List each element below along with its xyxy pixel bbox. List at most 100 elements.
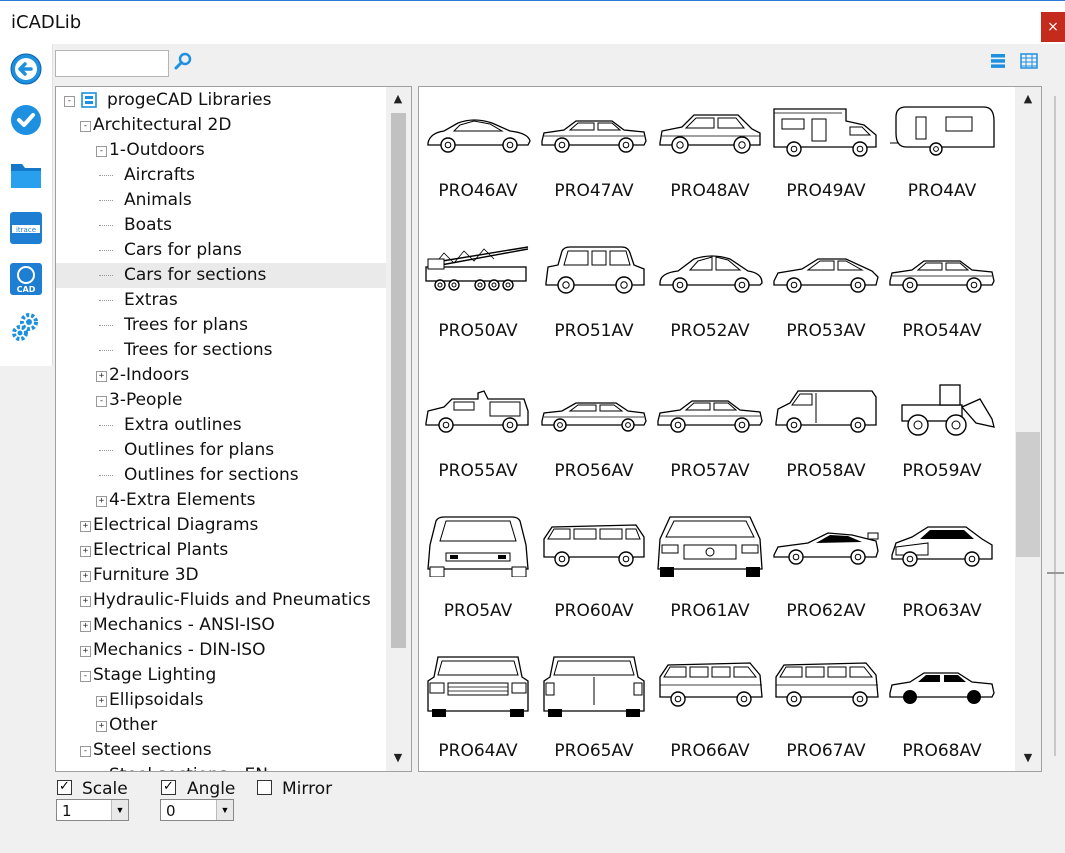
grid-scrollbar[interactable]: ▲ ▼ <box>1015 87 1041 771</box>
collapse-icon[interactable]: - <box>64 96 75 107</box>
tree-item[interactable]: + Hydraulic-Fluids and Pneumatics <box>56 588 386 613</box>
block-thumbnail[interactable]: PRO4AV <box>884 87 1000 227</box>
tree-item[interactable]: Trees for sections <box>56 338 386 363</box>
tree-item[interactable]: - Architectural 2D <box>56 113 386 138</box>
tree-item[interactable]: Aircrafts <box>56 163 386 188</box>
tree-item[interactable]: + Mechanics - ANSI-ISO <box>56 613 386 638</box>
block-thumbnail[interactable]: PRO59AV <box>884 367 1000 507</box>
tree-item-label: Outlines for sections <box>124 465 299 485</box>
tree-item[interactable]: +4-Extra Elements <box>56 488 386 513</box>
tree-item[interactable]: Trees for plans <box>56 313 386 338</box>
tree-item[interactable]: Extras <box>56 288 386 313</box>
block-thumbnail[interactable]: PRO66AV <box>652 647 768 771</box>
tree-scroll-up[interactable]: ▲ <box>388 90 408 108</box>
block-thumbnail[interactable]: PRO46AV <box>420 87 536 227</box>
open-folder-button[interactable] <box>9 158 43 192</box>
tree-item[interactable]: Animals <box>56 188 386 213</box>
close-button[interactable]: × <box>1041 12 1065 42</box>
list-view-button[interactable] <box>990 53 1006 69</box>
block-thumbnail[interactable]: PRO47AV <box>536 87 652 227</box>
tree-item[interactable]: +2-Indoors <box>56 363 386 388</box>
angle-select[interactable]: 0 ▼ <box>160 799 234 821</box>
expand-icon[interactable]: + <box>80 521 91 532</box>
tree-scroll-thumb[interactable] <box>391 113 406 648</box>
expand-icon[interactable]: + <box>80 596 91 607</box>
tree-line <box>99 425 113 426</box>
tree-item[interactable]: + Furniture 3D <box>56 563 386 588</box>
tree-item[interactable]: - Steel sections <box>56 738 386 763</box>
block-thumbnail[interactable]: PRO68AV <box>884 647 1000 771</box>
apply-button[interactable] <box>9 103 43 137</box>
tree-item[interactable]: - progeCAD Libraries <box>56 88 386 113</box>
collapse-icon[interactable]: - <box>96 146 107 157</box>
search-input[interactable] <box>55 50 169 77</box>
window-scrollbar[interactable] <box>1046 86 1065 772</box>
collapse-icon[interactable]: - <box>80 746 91 757</box>
tree-scroll-down[interactable]: ▼ <box>388 749 408 767</box>
tree-item[interactable]: + Ellipsoidals <box>56 688 386 713</box>
block-thumbnail[interactable]: PRO57AV <box>652 367 768 507</box>
tree-item[interactable]: + Electrical Diagrams <box>56 513 386 538</box>
scale-select[interactable]: 1 ▼ <box>56 799 129 821</box>
expand-icon[interactable]: + <box>80 646 91 657</box>
expand-icon[interactable]: + <box>96 721 107 732</box>
grid-view-button[interactable] <box>1020 53 1038 69</box>
mirror-checkbox[interactable] <box>257 780 272 795</box>
expand-icon[interactable]: + <box>96 771 107 772</box>
block-thumbnail[interactable]: PRO61AV <box>652 507 768 647</box>
expand-icon[interactable]: + <box>96 696 107 707</box>
tree-item[interactable]: -3-People <box>56 388 386 413</box>
back-button[interactable] <box>9 52 43 86</box>
splitter-handle[interactable] <box>1047 572 1064 574</box>
collapse-icon[interactable]: - <box>96 396 107 407</box>
search-button[interactable] <box>173 52 193 72</box>
tree-item[interactable]: Outlines for sections <box>56 463 386 488</box>
settings-button[interactable] <box>9 310 43 344</box>
tree-item[interactable]: -1-Outdoors <box>56 138 386 163</box>
block-thumbnail[interactable]: PRO5AV <box>420 507 536 647</box>
itrace-button[interactable]: itrace <box>9 211 43 245</box>
collapse-icon[interactable]: - <box>80 121 91 132</box>
cad-button[interactable]: CAD <box>9 262 43 296</box>
block-thumbnail[interactable]: PRO56AV <box>536 367 652 507</box>
block-thumbnail[interactable]: PRO60AV <box>536 507 652 647</box>
block-thumbnail[interactable]: PRO65AV <box>536 647 652 771</box>
block-thumbnail[interactable]: PRO48AV <box>652 87 768 227</box>
block-thumbnail[interactable]: PRO54AV <box>884 227 1000 367</box>
block-thumbnail[interactable]: PRO52AV <box>652 227 768 367</box>
block-thumbnail[interactable]: PRO67AV <box>768 647 884 771</box>
block-label: PRO58AV <box>786 461 866 481</box>
tree-item[interactable]: + Mechanics - DIN-ISO <box>56 638 386 663</box>
grid-scroll-up[interactable]: ▲ <box>1018 90 1038 108</box>
tree-item[interactable]: +Steel sections - EN <box>56 763 386 772</box>
grid-scroll-thumb[interactable] <box>1016 432 1040 557</box>
expand-icon[interactable]: + <box>80 571 91 582</box>
tree-item[interactable]: Outlines for plans <box>56 438 386 463</box>
block-thumbnail[interactable]: PRO63AV <box>884 507 1000 647</box>
block-thumbnail[interactable]: PRO55AV <box>420 367 536 507</box>
block-thumbnail[interactable]: PRO64AV <box>420 647 536 771</box>
tree-item[interactable]: - Stage Lighting <box>56 663 386 688</box>
block-thumbnail[interactable]: PRO49AV <box>768 87 884 227</box>
expand-icon[interactable]: + <box>80 546 91 557</box>
expand-icon[interactable]: + <box>96 371 107 382</box>
tree-scrollbar[interactable]: ▲ ▼ <box>386 87 411 771</box>
block-thumbnail[interactable]: PRO51AV <box>536 227 652 367</box>
block-thumbnail[interactable]: PRO53AV <box>768 227 884 367</box>
tree-item[interactable]: + Other <box>56 713 386 738</box>
expand-icon[interactable]: + <box>96 496 107 507</box>
block-thumbnail[interactable]: PRO50AV <box>420 227 536 367</box>
angle-checkbox[interactable]: ✓ <box>161 780 176 795</box>
collapse-icon[interactable]: - <box>80 671 91 682</box>
tree-item[interactable]: Extra outlines <box>56 413 386 438</box>
scale-checkbox[interactable]: ✓ <box>57 780 72 795</box>
grid-scroll-down[interactable]: ▼ <box>1018 749 1038 767</box>
tree-item[interactable]: Cars for plans <box>56 238 386 263</box>
block-thumbnail[interactable]: PRO58AV <box>768 367 884 507</box>
tree-item[interactable]: + Electrical Plants <box>56 538 386 563</box>
tree-item[interactable]: Cars for sections <box>56 263 386 288</box>
back-icon <box>10 53 42 85</box>
expand-icon[interactable]: + <box>80 621 91 632</box>
block-thumbnail[interactable]: PRO62AV <box>768 507 884 647</box>
tree-item[interactable]: Boats <box>56 213 386 238</box>
